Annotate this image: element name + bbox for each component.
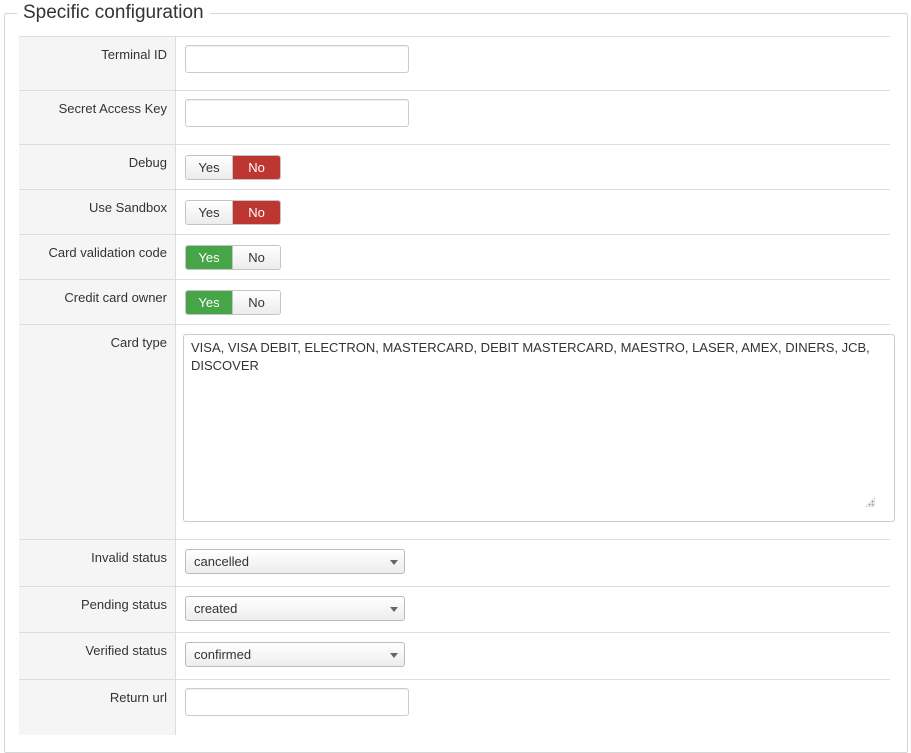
fieldset-legend: Specific configuration bbox=[17, 1, 210, 25]
chevron-down-icon bbox=[390, 653, 398, 658]
return-url-label: Return url bbox=[19, 680, 176, 735]
debug-label: Debug bbox=[19, 145, 176, 189]
row-pending-status: Pending status created bbox=[19, 586, 890, 632]
return-url-cell bbox=[176, 680, 890, 735]
use-sandbox-toggle: Yes No bbox=[185, 200, 281, 225]
chevron-down-icon bbox=[390, 560, 398, 565]
card-validation-code-label: Card validation code bbox=[19, 235, 176, 279]
terminal-id-input[interactable] bbox=[185, 45, 409, 73]
card-validation-code-yes-button[interactable]: Yes bbox=[186, 246, 233, 269]
debug-no-button[interactable]: No bbox=[233, 156, 280, 179]
invalid-status-label: Invalid status bbox=[19, 540, 176, 586]
row-invalid-status: Invalid status cancelled bbox=[19, 539, 890, 586]
credit-card-owner-cell: Yes No bbox=[176, 280, 890, 324]
use-sandbox-yes-button[interactable]: Yes bbox=[186, 201, 233, 224]
card-type-cell: VISA, VISA DEBIT, ELECTRON, MASTERCARD, … bbox=[176, 325, 895, 539]
credit-card-owner-yes-button[interactable]: Yes bbox=[186, 291, 233, 314]
credit-card-owner-no-button[interactable]: No bbox=[233, 291, 280, 314]
card-validation-code-cell: Yes No bbox=[176, 235, 890, 279]
use-sandbox-label: Use Sandbox bbox=[19, 190, 176, 234]
card-validation-code-no-button[interactable]: No bbox=[233, 246, 280, 269]
row-secret-access-key: Secret Access Key bbox=[19, 90, 890, 144]
invalid-status-value: cancelled bbox=[194, 554, 249, 569]
chevron-down-icon bbox=[390, 607, 398, 612]
debug-yes-button[interactable]: Yes bbox=[186, 156, 233, 179]
pending-status-cell: created bbox=[176, 587, 890, 632]
row-terminal-id: Terminal ID bbox=[19, 36, 890, 90]
verified-status-value: confirmed bbox=[194, 647, 252, 662]
secret-access-key-input[interactable] bbox=[185, 99, 409, 127]
pending-status-label: Pending status bbox=[19, 587, 176, 632]
verified-status-cell: confirmed bbox=[176, 633, 890, 679]
terminal-id-label: Terminal ID bbox=[19, 37, 176, 90]
secret-access-key-label: Secret Access Key bbox=[19, 91, 176, 144]
config-table: Terminal ID Secret Access Key Debug Yes … bbox=[19, 36, 895, 735]
card-type-textarea[interactable]: VISA, VISA DEBIT, ELECTRON, MASTERCARD, … bbox=[183, 334, 895, 522]
secret-access-key-cell bbox=[176, 91, 890, 144]
row-return-url: Return url bbox=[19, 679, 890, 735]
card-type-label: Card type bbox=[19, 325, 176, 539]
credit-card-owner-toggle: Yes No bbox=[185, 290, 281, 315]
row-use-sandbox: Use Sandbox Yes No bbox=[19, 189, 890, 234]
card-validation-code-toggle: Yes No bbox=[185, 245, 281, 270]
return-url-input[interactable] bbox=[185, 688, 409, 716]
debug-toggle: Yes No bbox=[185, 155, 281, 180]
credit-card-owner-label: Credit card owner bbox=[19, 280, 176, 324]
pending-status-value: created bbox=[194, 601, 238, 616]
debug-cell: Yes No bbox=[176, 145, 890, 189]
row-card-validation-code: Card validation code Yes No bbox=[19, 234, 890, 279]
verified-status-select[interactable]: confirmed bbox=[185, 642, 405, 667]
use-sandbox-no-button[interactable]: No bbox=[233, 201, 280, 224]
row-debug: Debug Yes No bbox=[19, 144, 890, 189]
use-sandbox-cell: Yes No bbox=[176, 190, 890, 234]
invalid-status-cell: cancelled bbox=[176, 540, 890, 586]
pending-status-select[interactable]: created bbox=[185, 596, 405, 621]
row-card-type: Card type VISA, VISA DEBIT, ELECTRON, MA… bbox=[19, 324, 895, 539]
verified-status-label: Verified status bbox=[19, 633, 176, 679]
row-verified-status: Verified status confirmed bbox=[19, 632, 890, 679]
terminal-id-cell bbox=[176, 37, 890, 90]
row-credit-card-owner: Credit card owner Yes No bbox=[19, 279, 890, 324]
invalid-status-select[interactable]: cancelled bbox=[185, 549, 405, 574]
